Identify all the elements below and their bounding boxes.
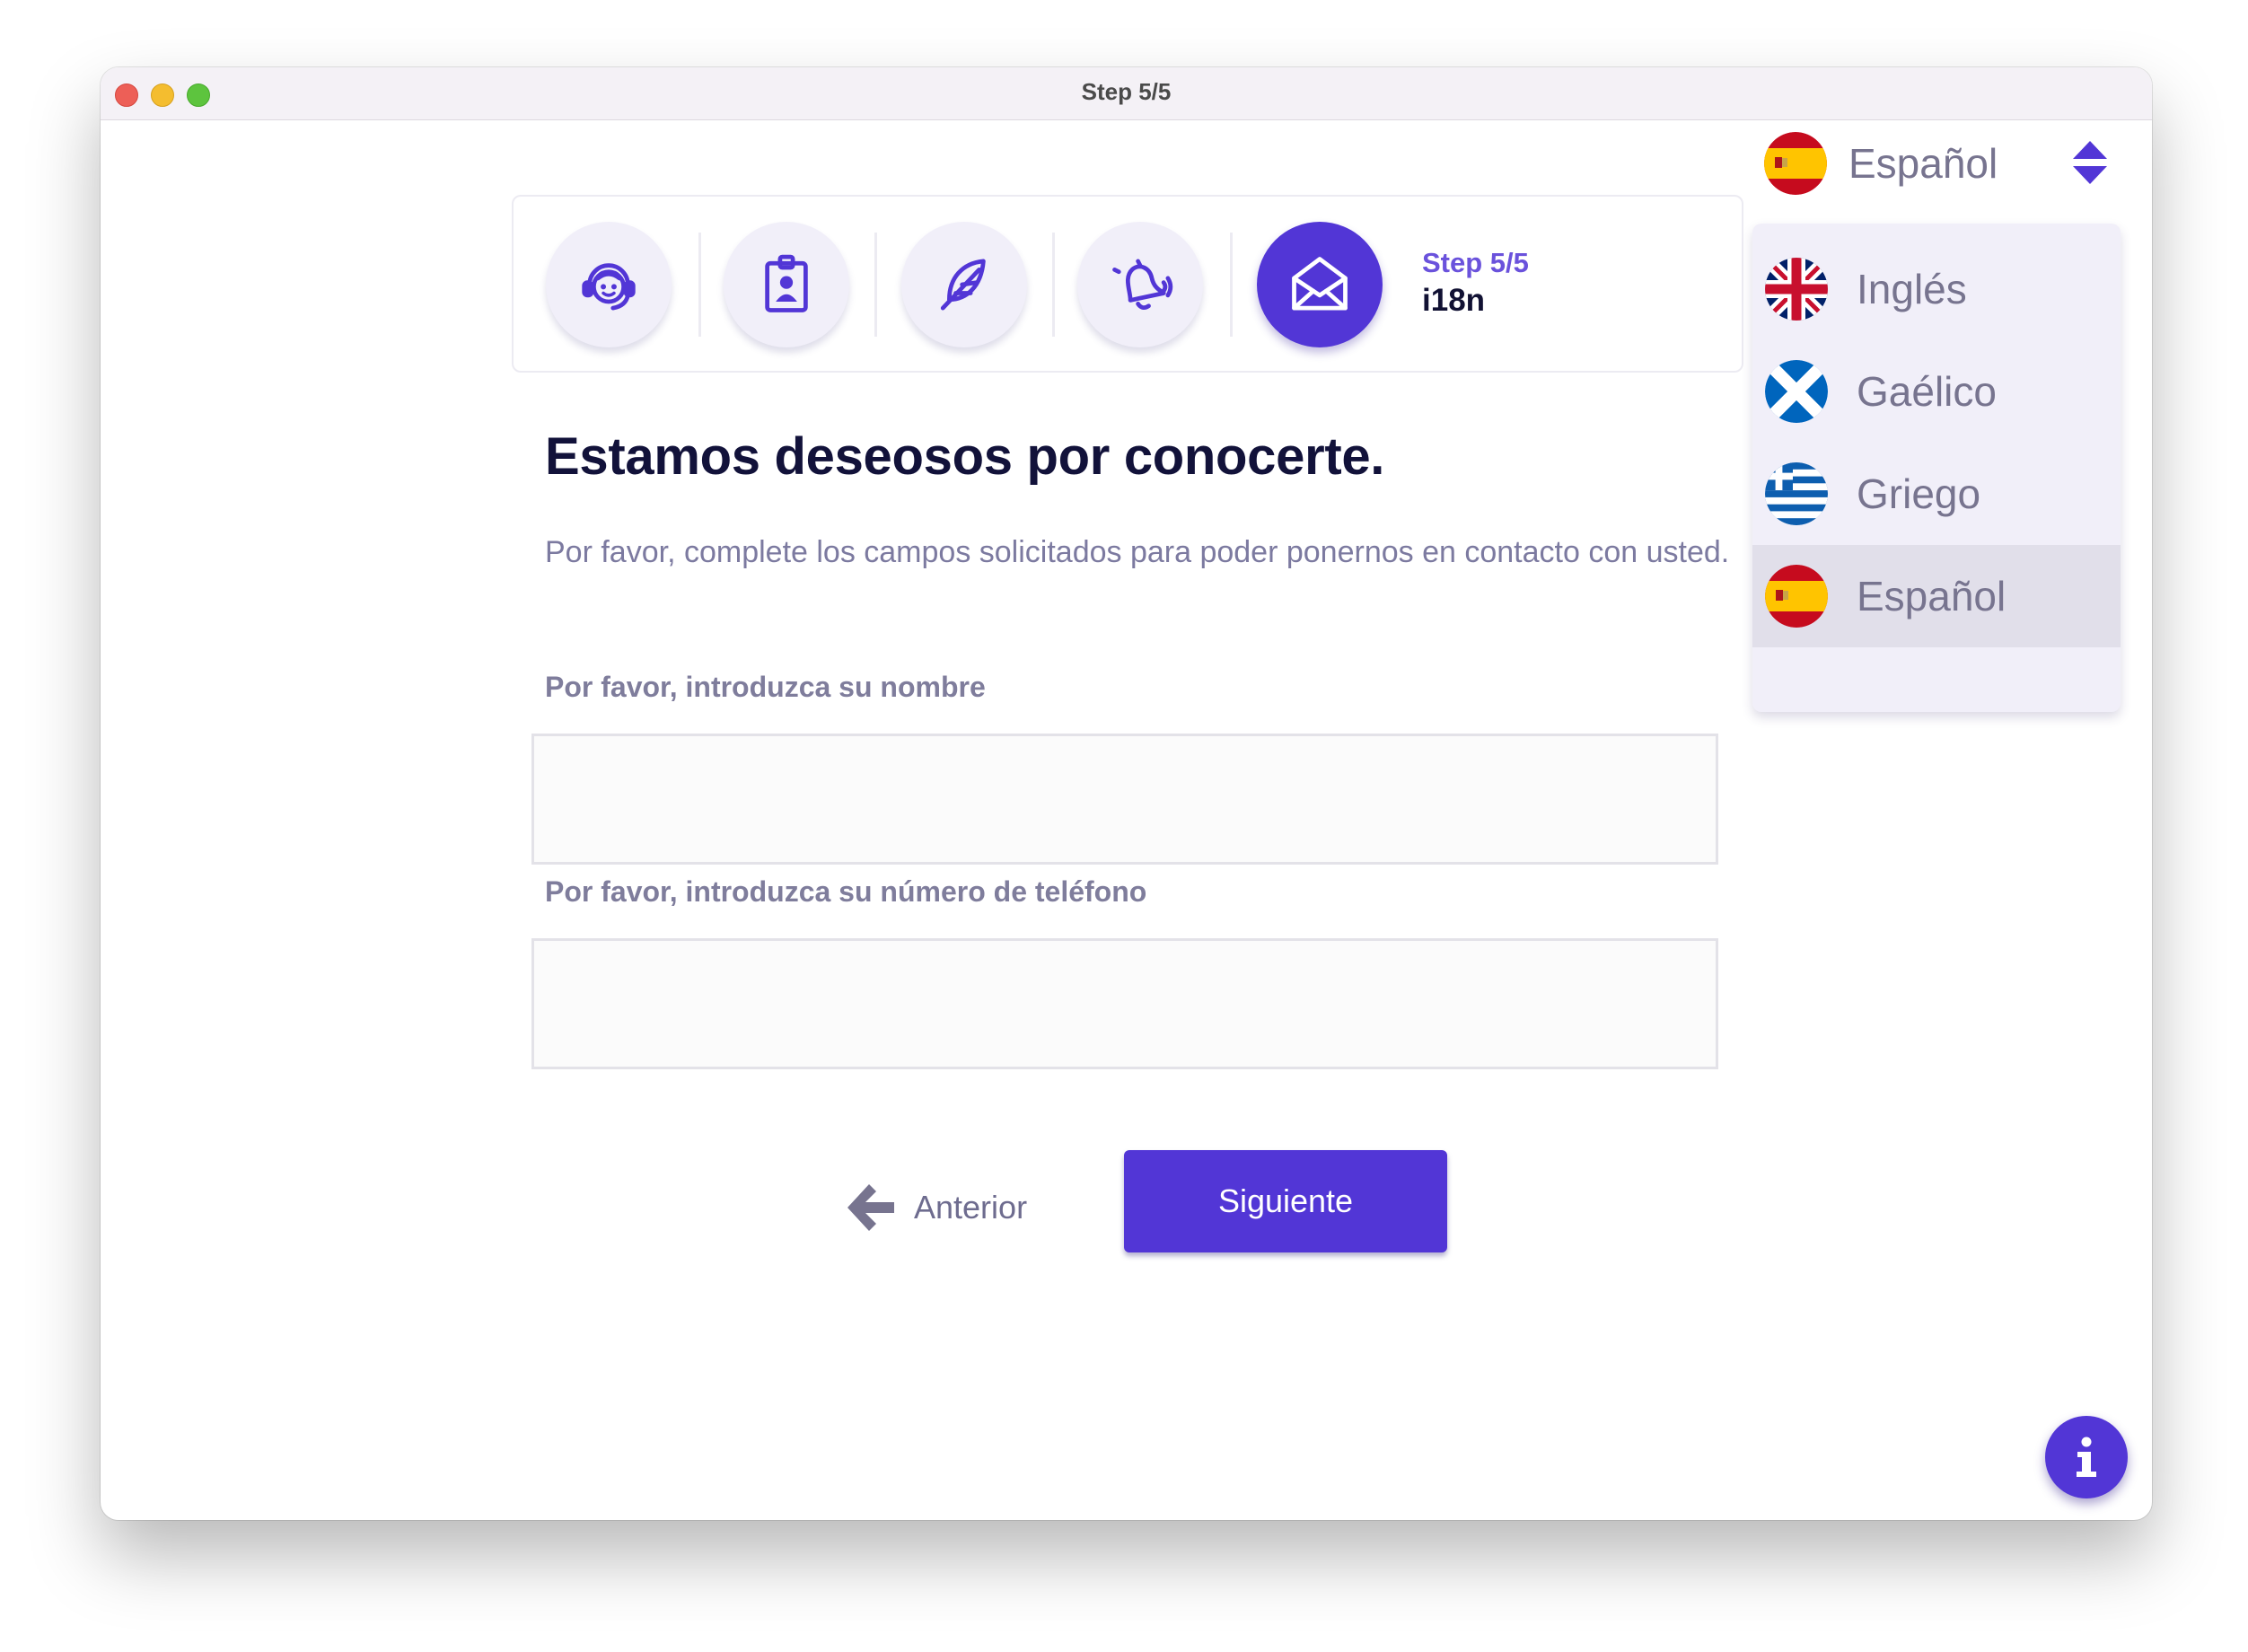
step-5[interactable] xyxy=(1257,222,1383,347)
uk-flag-icon xyxy=(1765,258,1828,321)
step-info: Step 5/5 i18n xyxy=(1422,247,1529,319)
info-icon xyxy=(2077,1437,2096,1477)
language-option-label: Griego xyxy=(1857,470,1981,517)
step-separator xyxy=(1230,233,1233,337)
sort-arrows-icon xyxy=(2073,141,2107,184)
spain-flag-icon xyxy=(1765,565,1828,628)
language-option-label: Español xyxy=(1857,573,2007,620)
step-2[interactable] xyxy=(724,222,849,347)
step-separator xyxy=(1052,233,1055,337)
language-option-espanol[interactable]: Español xyxy=(1752,545,2121,647)
language-option-griego[interactable]: Griego xyxy=(1752,443,2121,545)
phone-label: Por favor, introduzca su número de teléf… xyxy=(545,875,1147,908)
step-3[interactable] xyxy=(901,222,1027,347)
stepper: Step 5/5 i18n xyxy=(512,195,1743,373)
envelope-open-icon xyxy=(1292,257,1348,311)
name-label: Por favor, introduzca su nombre xyxy=(545,671,986,703)
language-select[interactable]: Español xyxy=(1764,132,2130,195)
step-4[interactable] xyxy=(1077,222,1203,347)
app-window: Step 5/5 Step 5/5 i18n Estamos deseosos … xyxy=(101,67,2152,1520)
language-option-label: Gaélico xyxy=(1857,368,1997,415)
language-dropdown: Inglés Gaélico Griego Español xyxy=(1752,224,2121,712)
arrow-left-icon xyxy=(847,1184,894,1231)
id-badge-icon xyxy=(765,254,808,312)
phone-input[interactable] xyxy=(531,938,1718,1069)
feather-icon xyxy=(940,259,986,311)
step-counter: Step 5/5 xyxy=(1422,247,1529,278)
window-title: Step 5/5 xyxy=(1081,78,1172,105)
step-title: i18n xyxy=(1422,283,1486,318)
step-separator xyxy=(698,233,701,337)
name-input[interactable] xyxy=(531,734,1718,865)
bell-ringing-icon xyxy=(1112,259,1173,311)
greece-flag-icon xyxy=(1765,462,1828,525)
back-button-label: Anterior xyxy=(914,1189,1028,1226)
support-agent-icon xyxy=(582,263,636,311)
spain-flag-icon xyxy=(1764,132,1827,195)
language-option-gaelico[interactable]: Gaélico xyxy=(1752,340,2121,443)
info-button[interactable] xyxy=(2045,1416,2128,1498)
language-option-label: Inglés xyxy=(1857,266,1967,312)
page-description: Por favor, complete los campos solicitad… xyxy=(545,535,1730,569)
step-1[interactable] xyxy=(546,222,672,347)
page-heading: Estamos deseosos por conocerte. xyxy=(545,427,1385,486)
scotland-flag-icon xyxy=(1765,360,1828,423)
language-option-ingles[interactable]: Inglés xyxy=(1752,238,2121,340)
title-bar: Step 5/5 xyxy=(101,67,2152,120)
language-select-value: Español xyxy=(1848,140,1998,187)
next-button[interactable]: Siguiente xyxy=(1124,1150,1447,1252)
step-separator xyxy=(874,233,877,337)
back-button[interactable]: Anterior xyxy=(844,1172,1027,1243)
